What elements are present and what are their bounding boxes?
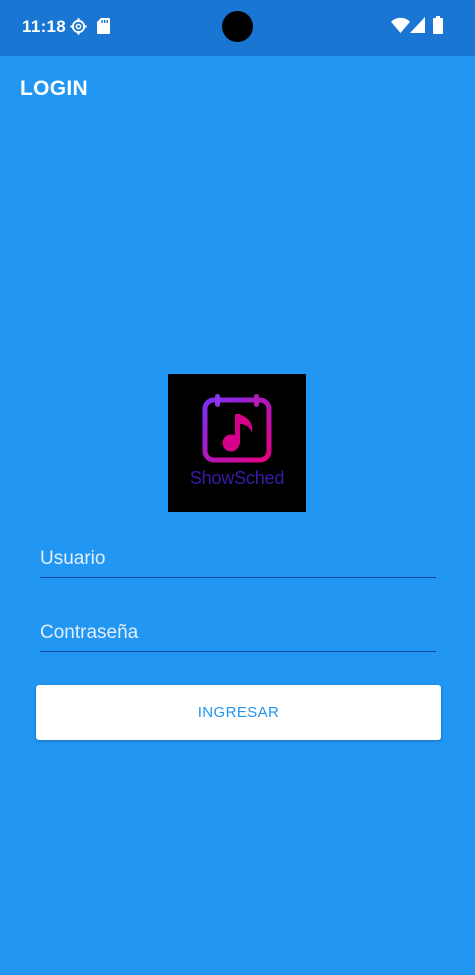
- wifi-icon: [391, 17, 410, 33]
- settings-gear-icon: [70, 18, 87, 35]
- status-bar: 11:18: [0, 0, 475, 56]
- username-input[interactable]: [40, 541, 436, 577]
- app-logo: ShowSched: [168, 374, 306, 512]
- password-field[interactable]: [40, 615, 436, 652]
- front-camera-cutout: [222, 11, 253, 42]
- status-time: 11:18: [22, 17, 67, 36]
- cellular-signal-icon: [410, 17, 425, 33]
- login-button[interactable]: INGRESAR: [36, 685, 441, 740]
- calendar-music-note-icon: [202, 394, 272, 463]
- username-field[interactable]: [40, 541, 436, 578]
- sd-card-icon: [97, 18, 110, 34]
- password-input[interactable]: [40, 615, 436, 651]
- logo-text: ShowSched: [189, 468, 285, 488]
- battery-icon: [433, 16, 443, 34]
- page-title: LOGIN: [20, 77, 88, 100]
